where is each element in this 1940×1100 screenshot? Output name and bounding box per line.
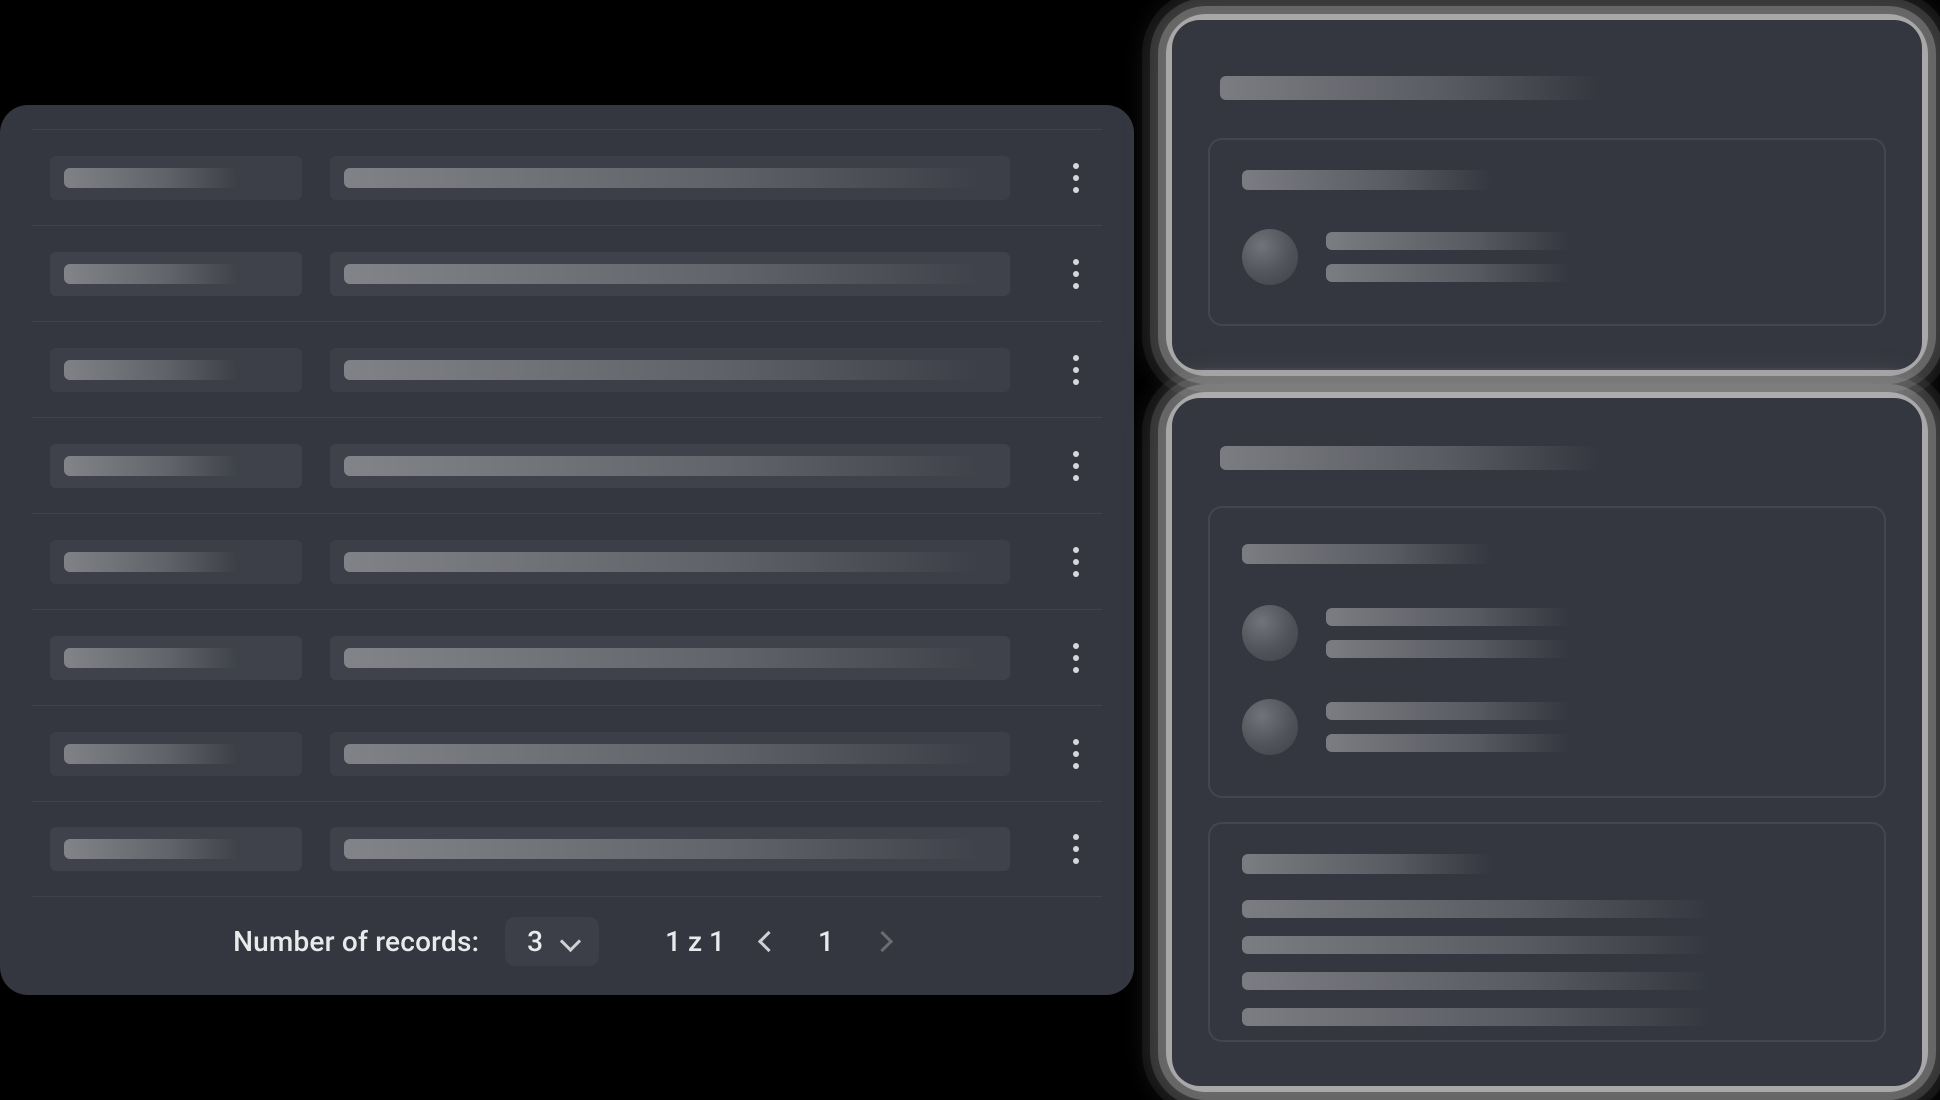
- dots-vertical-icon: [1073, 163, 1079, 193]
- text-panel: [1208, 822, 1886, 1042]
- row-menu-button[interactable]: [1050, 436, 1102, 496]
- skeleton-bar: [1326, 608, 1570, 626]
- list-row[interactable]: [32, 225, 1102, 321]
- avatar: [1242, 605, 1298, 661]
- row-menu-button[interactable]: [1050, 532, 1102, 592]
- skeleton-bar: [1242, 854, 1492, 874]
- person-row: [1242, 604, 1570, 662]
- list-row[interactable]: [32, 609, 1102, 705]
- row-menu-button[interactable]: [1050, 244, 1102, 304]
- detail-card-1: [1172, 20, 1922, 370]
- list-row[interactable]: [32, 321, 1102, 417]
- list-row[interactable]: [32, 801, 1102, 897]
- skeleton-bar: [344, 648, 980, 668]
- skeleton-bar: [344, 360, 980, 380]
- skeleton-bar: [1326, 640, 1570, 658]
- skeleton-bar: [64, 264, 238, 284]
- skeleton-bar: [344, 264, 980, 284]
- skeleton-bar: [1242, 170, 1492, 190]
- next-page-button[interactable]: [865, 923, 901, 959]
- avatar: [1242, 699, 1298, 755]
- person-lines: [1326, 232, 1570, 282]
- list-row[interactable]: [32, 705, 1102, 801]
- info-panel: [1208, 138, 1886, 326]
- prev-page-button[interactable]: [751, 923, 787, 959]
- skeleton-bar: [344, 168, 980, 188]
- skeleton-bar: [64, 552, 238, 572]
- row-menu-button[interactable]: [1050, 628, 1102, 688]
- page-size-value: 3: [527, 925, 543, 958]
- skeleton-bar: [1326, 702, 1570, 720]
- stage: Number of records: 3 1 z 1 1: [0, 0, 1940, 1100]
- person-lines: [1326, 608, 1570, 658]
- info-panel: [1208, 506, 1886, 798]
- row-menu-button[interactable]: [1050, 148, 1102, 208]
- skeleton-bar: [1242, 936, 1712, 954]
- skeleton-bar: [64, 456, 238, 476]
- detail-card-body: [1172, 20, 1922, 370]
- records-panel: Number of records: 3 1 z 1 1: [0, 105, 1134, 995]
- list-row[interactable]: [32, 417, 1102, 513]
- skeleton-bar: [344, 839, 980, 859]
- row-menu-button[interactable]: [1050, 819, 1102, 879]
- dots-vertical-icon: [1073, 259, 1079, 289]
- detail-card-body: [1172, 398, 1922, 1086]
- skeleton-bar: [64, 648, 238, 668]
- dots-vertical-icon: [1073, 451, 1079, 481]
- skeleton-bar: [1242, 544, 1492, 564]
- skeleton-bar: [1220, 76, 1600, 100]
- skeleton-bar: [344, 456, 980, 476]
- skeleton-bar: [64, 839, 238, 859]
- current-page: 1: [813, 925, 839, 958]
- chevron-down-icon: [561, 932, 579, 950]
- dots-vertical-icon: [1073, 739, 1079, 769]
- skeleton-bar: [344, 552, 980, 572]
- avatar: [1242, 229, 1298, 285]
- skeleton-bar: [1242, 900, 1712, 918]
- detail-card-2: [1172, 398, 1922, 1086]
- skeleton-bar: [64, 168, 238, 188]
- page-size-select[interactable]: 3: [505, 917, 599, 966]
- person-lines: [1326, 702, 1570, 752]
- skeleton-bar: [1242, 1008, 1712, 1026]
- page-indicator: 1 z 1: [665, 925, 725, 958]
- dots-vertical-icon: [1073, 834, 1079, 864]
- list-row[interactable]: [32, 513, 1102, 609]
- skeleton-bar: [1326, 264, 1570, 282]
- skeleton-bar: [1326, 734, 1570, 752]
- records-list: [32, 129, 1102, 897]
- person-row: [1242, 228, 1570, 286]
- dots-vertical-icon: [1073, 355, 1079, 385]
- row-menu-button[interactable]: [1050, 340, 1102, 400]
- skeleton-bar: [1220, 446, 1600, 470]
- records-label: Number of records:: [233, 925, 479, 958]
- skeleton-bar: [344, 744, 980, 764]
- dots-vertical-icon: [1073, 547, 1079, 577]
- skeleton-bar: [1326, 232, 1570, 250]
- list-row[interactable]: [32, 129, 1102, 225]
- person-row: [1242, 698, 1570, 756]
- pagination-bar: Number of records: 3 1 z 1 1: [0, 911, 1134, 971]
- dots-vertical-icon: [1073, 643, 1079, 673]
- skeleton-bar: [64, 744, 238, 764]
- row-menu-button[interactable]: [1050, 724, 1102, 784]
- skeleton-bar: [64, 360, 238, 380]
- skeleton-bar: [1242, 972, 1712, 990]
